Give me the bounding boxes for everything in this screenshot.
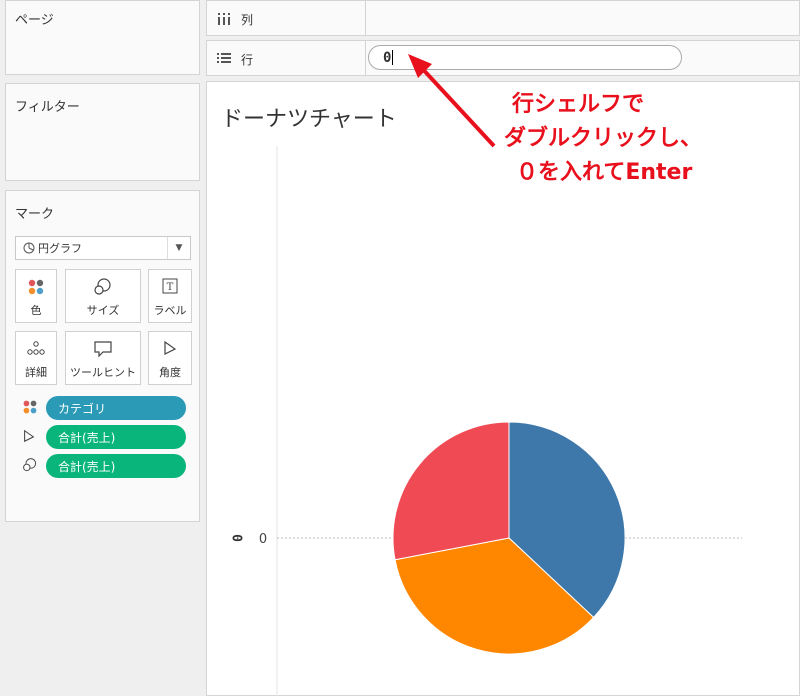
chevron-down-icon[interactable]: ▼: [167, 237, 190, 259]
marks-title: マーク: [15, 207, 55, 222]
label-button[interactable]: T ラベル: [148, 269, 192, 323]
color-button[interactable]: 色: [15, 269, 57, 323]
tooltip-button[interactable]: ツールヒント: [65, 331, 141, 385]
angle-pill-label: 合計(売上): [58, 430, 116, 445]
pages-title: ページ: [15, 13, 54, 28]
sheet-title: ドーナツチャート: [221, 107, 397, 132]
detail-button-label: 詳細: [25, 366, 47, 379]
label-button-label: ラベル: [153, 304, 187, 317]
speech-bubble-icon: [94, 341, 112, 358]
size-button[interactable]: サイズ: [65, 269, 141, 323]
size-pill-label: 合計(売上): [58, 459, 116, 474]
size-button-label: サイズ: [86, 304, 120, 317]
text-cursor: [392, 50, 394, 65]
color-dots-icon: [28, 279, 44, 295]
filters-title: フィルター: [15, 100, 80, 115]
text-t-icon: T: [162, 278, 178, 294]
mark-type-label: 円グラフ: [38, 242, 82, 255]
size-circles-icon: [94, 278, 111, 295]
rows-input-value: 0: [383, 49, 392, 66]
mark-type-dropdown[interactable]: 円グラフ ▼: [15, 236, 191, 260]
angle-button[interactable]: 角度: [148, 331, 192, 385]
angle-icon: [164, 340, 177, 355]
annotation-line-1: 行シェルフで: [512, 92, 645, 117]
columns-shelf[interactable]: 列: [206, 0, 800, 36]
annotation-line-2: ダブルクリックし、: [504, 126, 703, 151]
angle-icon: [24, 429, 35, 443]
shelf-divider: [365, 41, 366, 75]
rows-icon: [217, 53, 231, 63]
svg-text:T: T: [167, 282, 174, 293]
tooltip-button-label: ツールヒント: [70, 366, 136, 379]
category-pill[interactable]: カテゴリ: [46, 396, 186, 420]
angle-button-label: 角度: [159, 366, 181, 379]
angle-sum-sales-pill[interactable]: 合計(売上): [46, 425, 186, 449]
rows-label: 行: [241, 53, 254, 67]
detail-button[interactable]: 詳細: [15, 331, 57, 385]
columns-label: 列: [241, 13, 254, 27]
marks-panel: マーク 円グラフ ▼ 色 サイズ T ラベル 詳細 ツールヒント 角度 カテゴリ…: [5, 190, 200, 522]
annotation-line-3: ０を入れてEnter: [516, 160, 693, 185]
pages-panel: ページ: [5, 0, 200, 75]
size-circles-icon: [23, 458, 37, 472]
detail-dots-icon: [27, 341, 45, 355]
shelf-divider: [365, 1, 366, 35]
color-button-label: 色: [30, 304, 42, 317]
filters-panel[interactable]: フィルター: [5, 83, 200, 181]
pie-chart-icon: [23, 242, 35, 254]
color-dots-icon: [23, 400, 37, 414]
instruction-annotation: 行シェルフで ダブルクリックし、 ０を入れてEnter: [490, 88, 702, 190]
size-sum-sales-pill[interactable]: 合計(売上): [46, 454, 186, 478]
category-pill-label: カテゴリ: [58, 401, 107, 416]
columns-icon: [218, 13, 230, 25]
rows-shelf-input[interactable]: 0: [368, 45, 682, 70]
